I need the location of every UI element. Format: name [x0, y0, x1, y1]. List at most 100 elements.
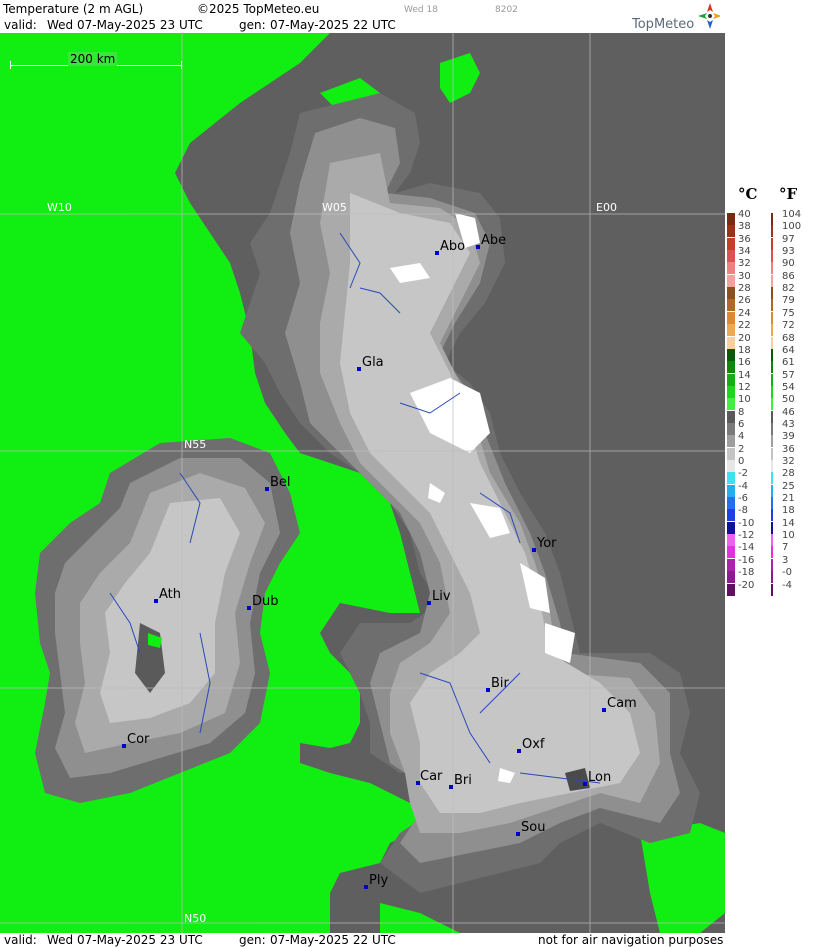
legend-swatch-f [771, 274, 773, 287]
legend-swatch-c [727, 472, 735, 485]
legend-value-f: 68 [782, 332, 795, 344]
legend-value-c: 36 [738, 233, 751, 245]
legend-value-c: 0 [738, 456, 745, 467]
legend-value-c: -14 [738, 542, 755, 554]
legend-swatch-c [727, 460, 735, 472]
legend-value-c: 30 [738, 270, 751, 282]
grid-label-n55: N55 [184, 438, 206, 451]
legend-value-c: -12 [738, 530, 755, 542]
legend-value-c: 38 [738, 221, 751, 233]
legend-swatch-c [727, 558, 735, 571]
legend-value-f: 46 [782, 406, 795, 418]
legend-swatch-f [771, 521, 773, 534]
legend-swatch-c [727, 571, 735, 584]
legend-swatch-c [727, 361, 735, 374]
city-marker [486, 688, 490, 692]
topmeteo-logo[interactable]: TopMeteo [630, 0, 722, 33]
legend-value-f: 18 [782, 505, 795, 517]
legend-value-f: 10 [782, 530, 795, 542]
legend-swatch-c [727, 225, 735, 238]
city-label: Yor [536, 536, 557, 551]
city-label: Bri [454, 773, 472, 788]
legend-swatch-c [727, 385, 735, 398]
legend-swatch-c [727, 484, 735, 497]
legend-value-f: 100 [782, 221, 802, 233]
legend-value-c: 18 [738, 344, 751, 356]
legend-swatch-f [771, 299, 773, 312]
city-label: Oxf [522, 737, 545, 752]
legend-value-c: -10 [738, 517, 755, 529]
city-cam[interactable]: Cam [602, 696, 637, 712]
legend-value-f: 36 [782, 443, 795, 455]
city-label: Cam [607, 696, 637, 711]
city-dub[interactable]: Dub [247, 594, 279, 610]
city-abe[interactable]: Abe [476, 233, 506, 249]
city-ath[interactable]: Ath [154, 587, 181, 603]
city-label: Cor [127, 732, 150, 747]
legend-swatch-c [727, 373, 735, 386]
legend-value-f: 14 [782, 517, 795, 529]
legend-value-c: 6 [738, 418, 745, 430]
city-abo[interactable]: Abo [435, 239, 465, 255]
city-marker [449, 785, 453, 789]
legend-value-f: 43 [782, 418, 795, 430]
city-oxf[interactable]: Oxf [517, 737, 545, 753]
legend-swatch-c [727, 447, 735, 460]
city-marker [532, 548, 536, 552]
legend-value-c: 2 [738, 443, 745, 455]
legend-unit-fahrenheit: °F [779, 185, 798, 203]
legend-value-c: 26 [738, 295, 751, 307]
gen-time: 07-May-2025 22 UTC [270, 18, 396, 32]
legend-value-c: 14 [738, 369, 751, 381]
legend-swatch-c [727, 262, 735, 275]
city-label: Dub [252, 594, 279, 609]
legend-value-c: 32 [738, 258, 751, 270]
legend-swatch-f [771, 373, 773, 386]
legend-swatch-f [771, 484, 773, 497]
legend-value-c: 20 [738, 332, 751, 344]
scale-label: 200 km [68, 52, 118, 66]
legend-value-c: -16 [738, 554, 755, 566]
city-lon[interactable]: Lon [583, 770, 611, 786]
city-marker [583, 782, 587, 786]
legend-value-f: -4 [782, 579, 792, 591]
legend-value-c: -20 [738, 579, 755, 591]
legend-swatch-c [727, 299, 735, 312]
legend-value-f: -0 [782, 567, 792, 579]
city-car[interactable]: Car [416, 769, 443, 785]
city-marker [516, 832, 520, 836]
legend-swatch-c [727, 435, 735, 448]
legend-value-c: 22 [738, 320, 751, 332]
legend-value-f: 104 [782, 209, 802, 220]
temperature-map[interactable]: W10 W05 E00 N55 N50 Abo Abe Gla Bel Yor … [0, 33, 725, 933]
city-sou[interactable]: Sou [516, 820, 545, 836]
legend-swatch-c [727, 324, 735, 337]
city-label: Lon [588, 770, 611, 785]
city-label: Ply [369, 873, 388, 888]
legend-swatch-c [727, 311, 735, 324]
legend-value-f: 39 [782, 431, 795, 443]
legend-swatch-f [771, 324, 773, 337]
legend-swatch-f [771, 398, 773, 411]
legend-value-f: 64 [782, 344, 795, 356]
city-marker [427, 601, 431, 605]
legend-value-c: 24 [738, 307, 751, 319]
legend-swatch-f [771, 287, 773, 300]
legend-swatch-f [771, 497, 773, 510]
legend-swatch-f [771, 472, 773, 485]
temperature-legend: °C °F 40 104 38 100 36 97 34 93 32 90 30 86 28 82 26 79… [725, 33, 816, 933]
city-marker [364, 885, 368, 889]
footer-gen-time: 07-May-2025 22 UTC [270, 933, 396, 947]
legend-swatch-f [771, 348, 773, 361]
legend-swatch-c [727, 509, 735, 522]
legend-value-f: 3 [782, 554, 789, 566]
map-title: Temperature (2 m AGL) [3, 2, 144, 16]
legend-value-c: -8 [738, 505, 748, 517]
legend-value-c: 8 [738, 406, 745, 418]
city-cor[interactable]: Cor [122, 732, 150, 748]
legend-swatch-c [727, 422, 735, 435]
legend-swatch-f [771, 509, 773, 522]
legend-swatch-f [771, 583, 773, 596]
scale-tick-left [10, 61, 11, 69]
legend-value-f: 97 [782, 233, 795, 245]
